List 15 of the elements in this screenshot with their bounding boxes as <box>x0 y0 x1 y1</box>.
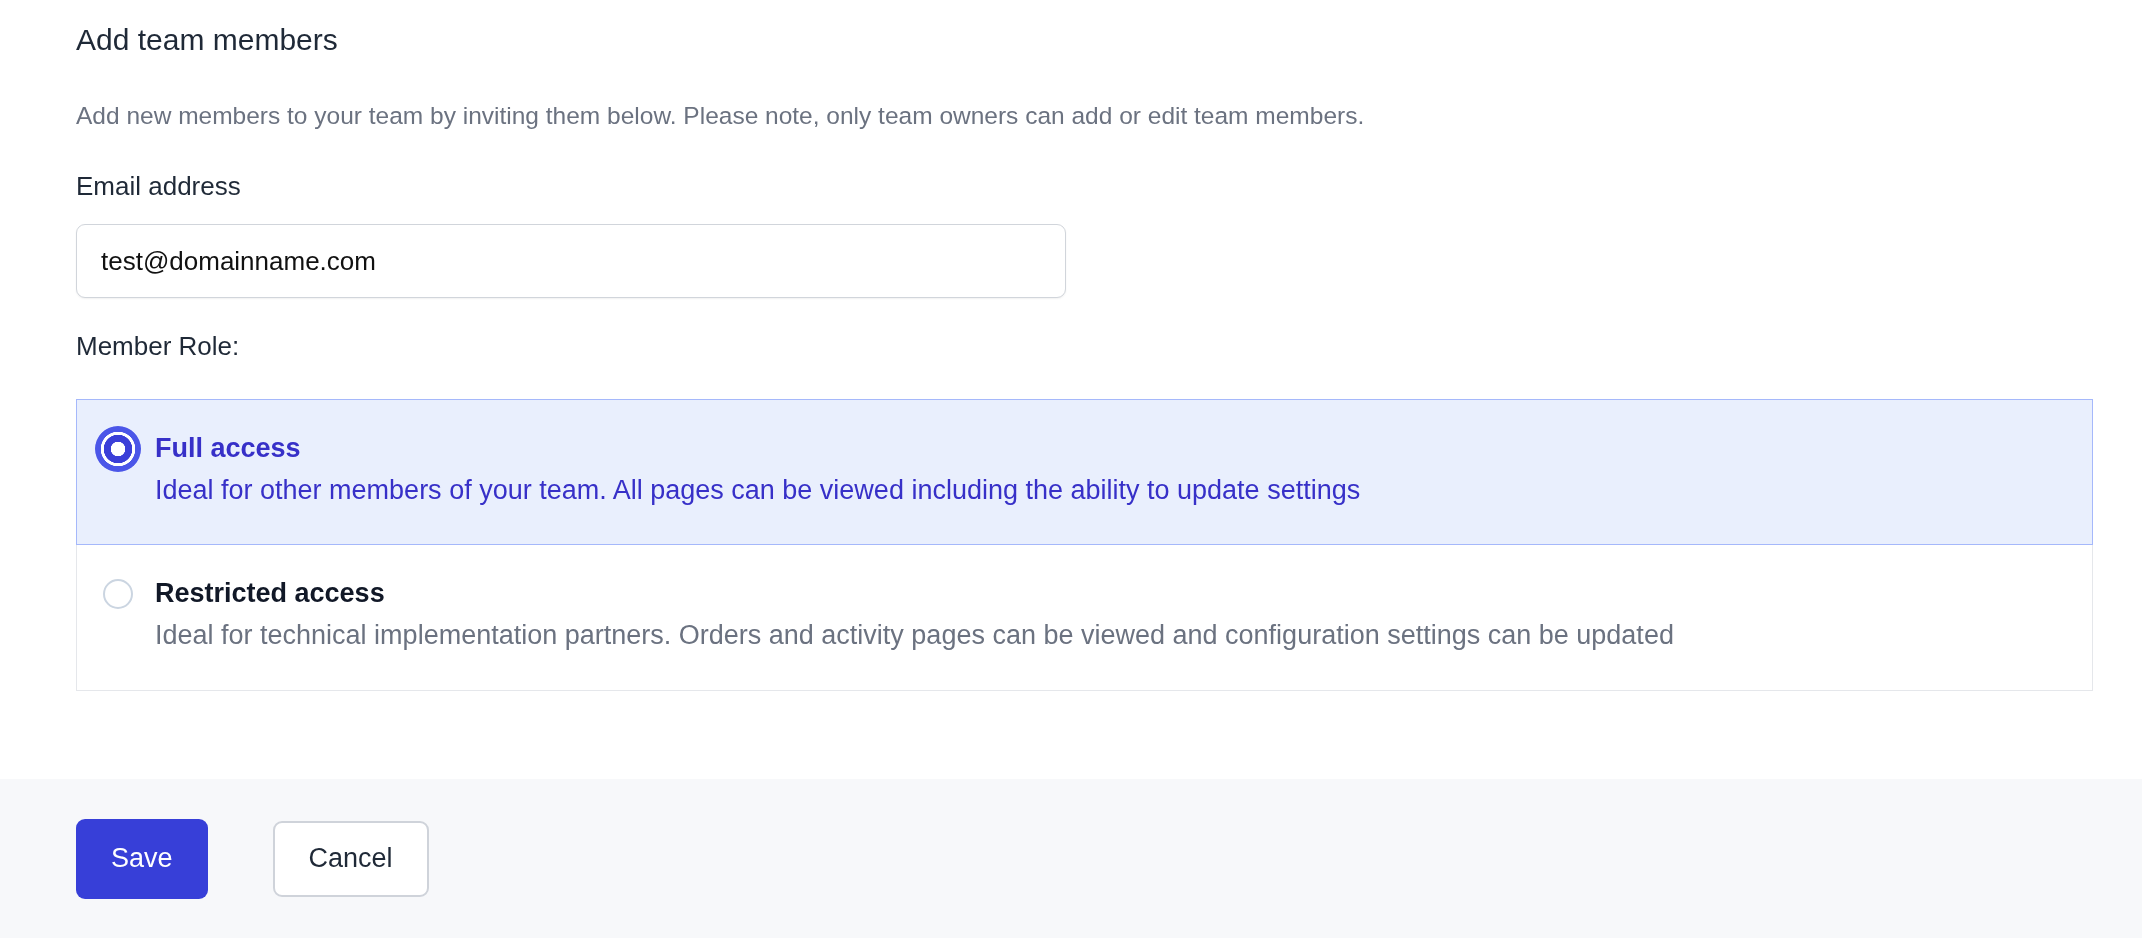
section-description: Add new members to your team by inviting them below. Please note, only team owners can add or edit team members. <box>76 101 1365 131</box>
option-title: Restricted access <box>155 577 386 610</box>
radio-button[interactable] <box>95 426 141 472</box>
save-button[interactable]: Save <box>76 818 208 899</box>
option-description: Ideal for other members of your team. All pages can be viewed including the ability to update settings <box>155 474 1361 507</box>
role-option[interactable]: Restricted access Ideal for technical implementation partners. Orders and activity pages can be viewed and configuration settings can be updated <box>76 545 2093 691</box>
email-input-field[interactable]: test@domainname.com <box>76 224 1066 298</box>
section-title: Add team members <box>76 22 338 58</box>
field-label: Email address <box>76 170 241 202</box>
option-title: Full access <box>155 432 302 465</box>
cancel-button[interactable]: Cancel <box>272 820 429 897</box>
role-option[interactable]: Full access Ideal for other members of your team. All pages can be viewed including the ability to update settings <box>76 399 2093 545</box>
radio-button[interactable] <box>103 579 133 609</box>
option-description: Ideal for technical implementation partners. Orders and activity pages can be viewed and configuration settings can be updated <box>155 619 1674 652</box>
field-label: Member Role: <box>76 330 240 362</box>
